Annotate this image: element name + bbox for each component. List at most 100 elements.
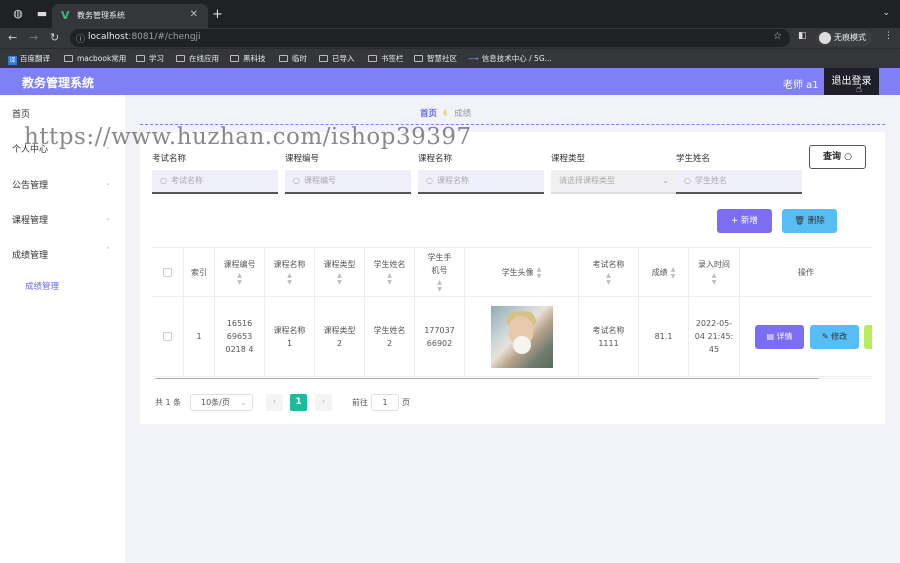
filter-label-course-no: 课程编号: [285, 154, 320, 164]
query-button[interactable]: 查询 ○: [809, 145, 866, 169]
sidebar-item-notice[interactable]: 公告管理: [12, 178, 48, 191]
bookmark-item[interactable]: 译百度翻译: [8, 53, 50, 65]
input-placeholder: 课程名称: [436, 176, 469, 185]
sort-icon[interactable]: ▲ ▼: [537, 266, 542, 280]
page-number-button[interactable]: 1: [290, 394, 307, 411]
close-tab-icon[interactable]: ✕: [190, 9, 198, 20]
chevron-down-icon: ⌄: [105, 179, 111, 187]
column-header[interactable]: 课程类型 ▲ ▼: [315, 248, 365, 297]
bookmark-item[interactable]: ⟿ 信息技术中心 / 5G...: [468, 53, 552, 64]
exam-name-input[interactable]: ○ 考试名称: [152, 170, 278, 194]
browser-tab[interactable]: V 教务管理系统 ✕: [52, 4, 208, 28]
page-size-select[interactable]: 10条/页 ⌄: [190, 394, 253, 411]
search-icon: ○: [844, 152, 852, 162]
prev-page-button[interactable]: ‹: [266, 394, 283, 411]
more-action-button[interactable]: [864, 325, 872, 349]
bookmark-item[interactable]: macbook常用: [64, 53, 126, 64]
address-bar[interactable]: ⓘ localhost:8081/#/chengji ☆: [70, 29, 790, 47]
translate-icon: 译: [8, 56, 17, 65]
logout-button[interactable]: 退出登录: [824, 68, 879, 95]
bookmark-item[interactable]: 学习: [136, 53, 164, 64]
bookmark-item[interactable]: 在线应用: [176, 53, 219, 64]
scrollbar-thumb[interactable]: [154, 378, 820, 379]
sort-icon[interactable]: ▲ ▼: [437, 279, 442, 293]
app-title: 教务管理系统: [22, 76, 95, 90]
info-icon[interactable]: ⓘ: [76, 32, 85, 45]
detail-label: 详情: [776, 332, 793, 341]
globe-icon[interactable]: ◍: [12, 8, 24, 20]
sidebar: 首页 个人中心 ⌄ 公告管理 ⌄ 课程管理 ⌄ 成绩管理 ⌃ 成绩管理: [0, 95, 125, 563]
incognito-icon: [819, 32, 831, 44]
bookmark-item[interactable]: 已导入: [319, 53, 355, 64]
sort-icon[interactable]: ▲ ▼: [287, 272, 292, 286]
cell-text: 81.1: [654, 332, 673, 341]
delete-button[interactable]: 🗑 删除: [782, 209, 837, 233]
column-header[interactable]: 学生头像 ▲ ▼: [465, 248, 579, 297]
column-header[interactable]: 录入时间 ▲ ▼: [689, 248, 740, 297]
cell-text: 17703766902: [424, 325, 455, 348]
edit-button[interactable]: ✎ 修改: [810, 325, 859, 349]
edit-label: 修改: [831, 332, 848, 341]
sort-icon[interactable]: ▲ ▼: [337, 272, 342, 286]
column-header[interactable]: 课程名称 ▲ ▼: [265, 248, 315, 297]
sort-icon[interactable]: ▲ ▼: [387, 272, 392, 286]
header-label: 索引: [191, 267, 207, 277]
bookmark-label: 已导入: [332, 54, 355, 63]
bookmark-item[interactable]: 书签栏: [368, 53, 404, 64]
horizontal-scrollbar[interactable]: [154, 378, 872, 379]
search-icon: ○: [293, 176, 300, 185]
header-label: 考试名称: [592, 259, 625, 269]
filter-label-student-name: 学生姓名: [676, 154, 711, 164]
course-type-select[interactable]: 请选择课程类型 ⌄: [551, 170, 677, 194]
course-no-input[interactable]: ○ 课程编号: [285, 170, 411, 194]
row-select-cell: [152, 297, 184, 377]
tab-strip: ◍ ▬ V 教务管理系统 ✕ + ⌄: [0, 0, 900, 28]
detail-button[interactable]: ▤ 详情: [755, 325, 804, 349]
column-header[interactable]: 课程编号 ▲ ▼: [215, 248, 265, 297]
tab-menu-icon[interactable]: ⌄: [882, 8, 890, 18]
sort-icon[interactable]: ▲ ▼: [671, 266, 676, 280]
browser-menu-icon[interactable]: ⋮: [884, 31, 893, 41]
forward-icon[interactable]: →: [29, 31, 38, 44]
bookmark-item[interactable]: 黑科技: [230, 53, 266, 64]
bookmark-label: 临时: [292, 54, 307, 63]
input-placeholder: 课程编号: [303, 176, 336, 185]
row-checkbox[interactable]: [163, 332, 172, 341]
sidebar-item-course[interactable]: 课程管理: [12, 213, 48, 226]
sidepanel-icon[interactable]: ◧: [798, 31, 807, 41]
goto-page-input[interactable]: 1: [371, 394, 399, 411]
sort-icon[interactable]: ▲ ▼: [712, 272, 717, 286]
link-icon: ⟿: [468, 54, 479, 63]
bookmark-star-icon[interactable]: ☆: [773, 31, 782, 42]
tab-search-icon[interactable]: ▬: [36, 8, 48, 20]
app-header: 教务管理系统 老师 a1 退出登录: [0, 68, 900, 95]
header-label: 课程编号: [223, 259, 256, 269]
sort-icon[interactable]: ▲ ▼: [237, 272, 242, 286]
header-label: 学生头像: [501, 267, 534, 277]
column-header[interactable]: 成绩 ▲ ▼: [639, 248, 689, 297]
column-header[interactable]: 考试名称 ▲ ▼: [579, 248, 639, 297]
incognito-indicator[interactable]: 无痕模式: [816, 30, 872, 46]
search-icon: ○: [160, 176, 167, 185]
search-icon: ○: [426, 176, 433, 185]
trash-icon: 🗑: [794, 216, 806, 226]
sidebar-item-home[interactable]: 首页: [12, 107, 30, 120]
sidebar-subitem-grades[interactable]: 成绩管理: [25, 280, 59, 292]
add-button[interactable]: + 新增: [717, 209, 772, 233]
bookmark-item[interactable]: 临时: [279, 53, 307, 64]
breadcrumb-home[interactable]: 首页: [420, 109, 437, 119]
new-tab-icon[interactable]: +: [212, 7, 223, 22]
next-page-button[interactable]: ›: [315, 394, 332, 411]
column-header[interactable]: 学生手机号 ▲ ▼: [415, 248, 465, 297]
actions-cell: ▤ 详情 ✎ 修改: [740, 297, 872, 377]
select-all-checkbox[interactable]: [163, 267, 172, 277]
bookmark-item[interactable]: 智慧社区: [414, 53, 457, 64]
column-header[interactable]: 学生姓名 ▲ ▼: [365, 248, 415, 297]
sidebar-item-grades[interactable]: 成绩管理: [12, 248, 48, 261]
reload-icon[interactable]: ↻: [50, 31, 59, 44]
student-avatar[interactable]: [490, 305, 553, 368]
student-name-input[interactable]: ○ 学生姓名: [676, 170, 802, 194]
sort-icon[interactable]: ▲ ▼: [606, 272, 611, 286]
back-icon[interactable]: ←: [8, 31, 17, 44]
course-name-input[interactable]: ○ 课程名称: [418, 170, 544, 194]
